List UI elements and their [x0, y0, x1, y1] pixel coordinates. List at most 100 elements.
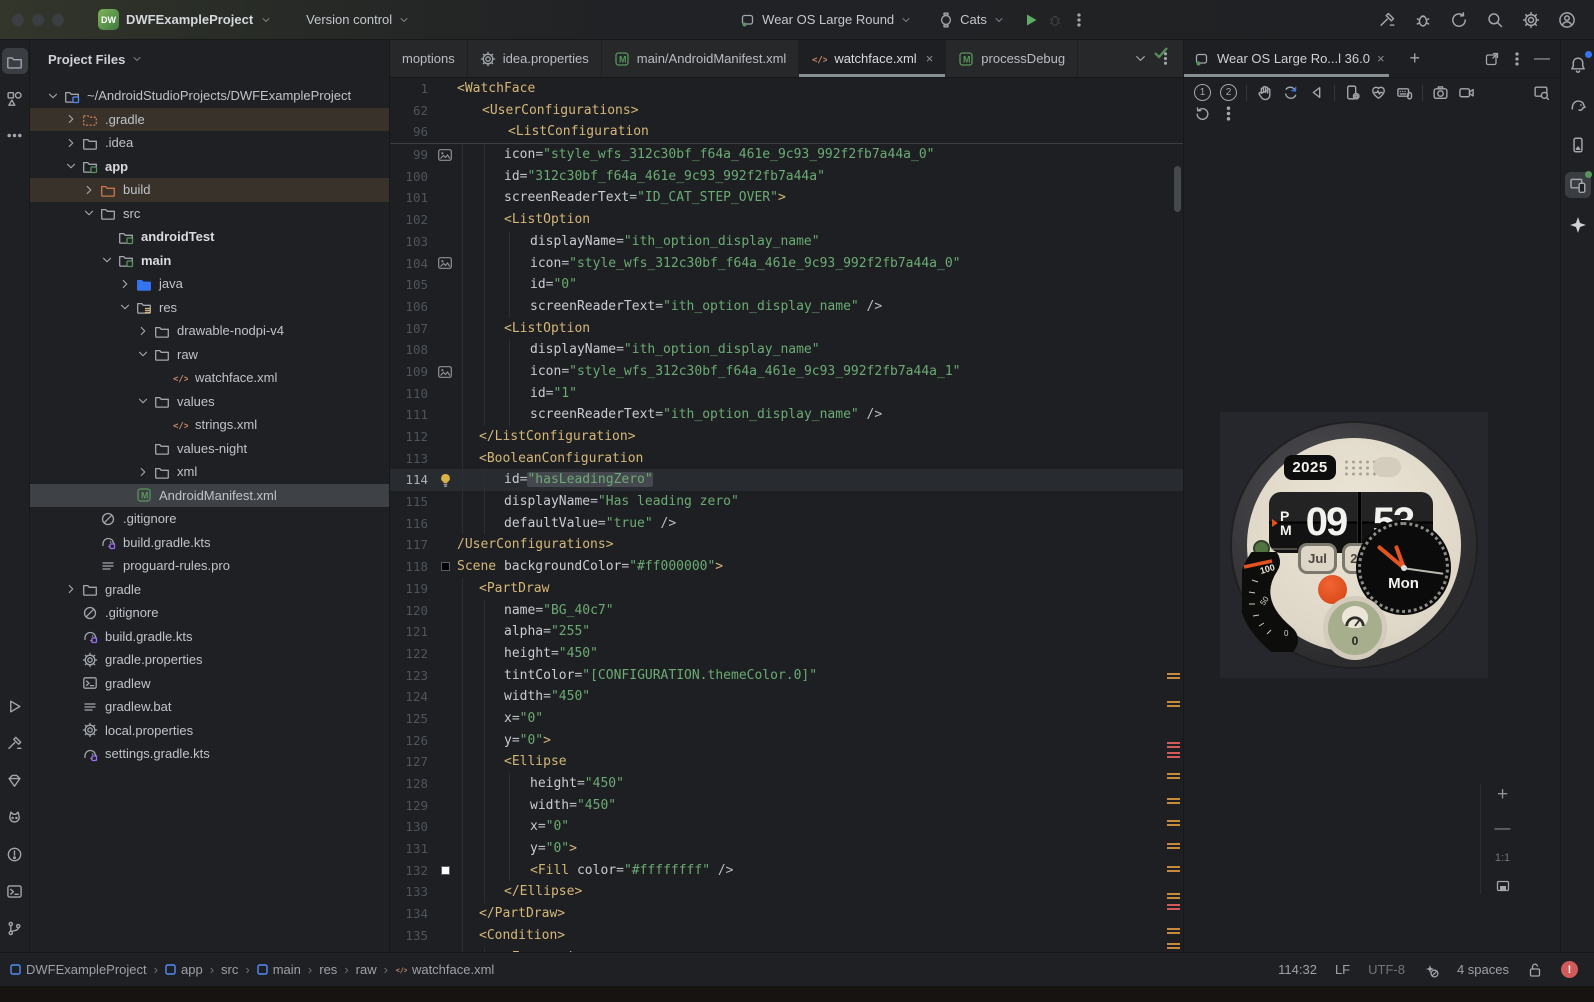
two-button[interactable]: 2 — [1220, 84, 1237, 101]
zoom-window-button[interactable] — [52, 13, 64, 26]
tool-resource-shapes-icon[interactable] — [2, 85, 28, 111]
code-line-1[interactable]: 1 <WatchFace — [390, 78, 1183, 100]
search-button[interactable] — [1482, 7, 1508, 33]
tree-item-build-gradle-kts[interactable]: build.gradle.kts — [30, 531, 389, 555]
tool-logcat-cat-icon[interactable] — [2, 804, 28, 830]
code-line-132[interactable]: 132 <Fill color="#ffffffff" /> — [390, 859, 1183, 882]
tree-item-java[interactable]: java — [30, 272, 389, 296]
gradle-sync-button[interactable] — [1446, 7, 1472, 33]
chevron-right-icon[interactable] — [134, 465, 152, 479]
project-selector[interactable]: DW DWFExampleProject — [98, 9, 272, 30]
chevron-down-icon[interactable] — [134, 394, 152, 408]
code-line-100[interactable]: 100 id="312c30bf_f64a_461e_9c93_992f2fb7a… — [390, 165, 1183, 188]
editor-tab-main-androidmanifest-xml[interactable]: Mmain/AndroidManifest.xml — [602, 40, 800, 77]
chevron-right-icon[interactable] — [62, 112, 80, 126]
tool-run-play-icon[interactable] — [2, 693, 28, 719]
screenshot-search-button[interactable] — [1533, 84, 1550, 101]
chevron-right-icon[interactable] — [134, 324, 152, 338]
tree-item-gradle-properties[interactable]: gradle.properties — [30, 648, 389, 672]
caret-position[interactable]: 114:32 — [1278, 962, 1317, 977]
code-line-105[interactable]: 105 id="0" — [390, 274, 1183, 296]
close-window-button[interactable] — [12, 13, 24, 26]
code-line-135[interactable]: 135 <Condition> — [390, 924, 1183, 947]
code-line-62[interactable]: 62 <UserConfigurations> — [390, 100, 1183, 122]
code-line-124[interactable]: 124 width="450" — [390, 686, 1183, 708]
stripe-mark[interactable] — [1167, 798, 1180, 801]
tree-item-main[interactable]: main — [30, 249, 389, 273]
tree-item-androidmanifest-xml[interactable]: M AndroidManifest.xml — [30, 483, 389, 507]
chevron-right-icon[interactable] — [116, 277, 134, 291]
stripe-mark[interactable] — [1167, 843, 1180, 846]
vcs-widget[interactable]: Version control — [306, 12, 410, 27]
tree-item-app[interactable]: app — [30, 155, 389, 179]
inspections-ok-icon[interactable] — [1153, 46, 1169, 60]
tool-notifications-bell-icon[interactable] — [1565, 51, 1592, 78]
ai-assistant-off-icon[interactable] — [1423, 962, 1439, 978]
code-line-101[interactable]: 101 screenReaderText="ID_CAT_STEP_OVER"> — [390, 187, 1183, 210]
build-hammer-button[interactable] — [1374, 7, 1400, 33]
line-separator[interactable]: LF — [1335, 962, 1350, 977]
code-line-134[interactable]: 134 </PartDraw> — [390, 903, 1183, 925]
more-actions-button[interactable] — [1071, 12, 1087, 28]
emulator-screen[interactable]: 2025 PM 09 53 Jul — [1220, 412, 1488, 678]
stripe-mark[interactable] — [1167, 673, 1180, 676]
close-tab-icon[interactable]: × — [926, 51, 934, 66]
lock-open-icon[interactable] — [1527, 962, 1543, 978]
editor-scrollbar[interactable] — [1174, 166, 1181, 213]
chevron-right-icon[interactable] — [80, 183, 98, 197]
code-line-120[interactable]: 120 name="BG_40c7" — [390, 599, 1183, 622]
tree-item-build-gradle-kts[interactable]: build.gradle.kts — [30, 625, 389, 649]
device-tab[interactable]: Wear OS Large Ro...l 36.0 × — [1184, 40, 1389, 77]
tool-gemini-sparkle-icon[interactable] — [1565, 212, 1591, 238]
tree-item-proguard-rules-pro[interactable]: proguard-rules.pro — [30, 554, 389, 578]
breadcrumb-res[interactable]: res — [319, 962, 337, 977]
run-config-selector[interactable]: Cats — [938, 12, 1005, 28]
tool-git-branch-icon[interactable] — [2, 915, 28, 941]
code-line-112[interactable]: 112 </ListConfiguration> — [390, 426, 1183, 448]
code-line-106[interactable]: 106 screenReaderText="ith_option_display_… — [390, 295, 1183, 318]
code-line-113[interactable]: 113 <BooleanConfiguration — [390, 447, 1183, 470]
tree-item-xml[interactable]: xml — [30, 460, 389, 484]
debug-button[interactable] — [1047, 12, 1063, 28]
breadcrumb-app[interactable]: app — [165, 962, 203, 977]
code-line-127[interactable]: 127 <Ellipse — [390, 751, 1183, 773]
tree-item--gitignore[interactable]: .gitignore — [30, 601, 389, 625]
device-display-area[interactable]: 2025 PM 09 53 Jul — [1184, 134, 1560, 952]
panel-options-icon[interactable] — [1509, 51, 1525, 67]
code-line-99[interactable]: 99 icon="style_wfs_312c30bf_f64a_461e_9c9… — [390, 144, 1183, 166]
tab-list-chevron-icon[interactable] — [1133, 51, 1148, 66]
editor-tab-processdebug[interactable]: MprocessDebug — [946, 40, 1079, 77]
code-line-128[interactable]: 128 height="450" — [390, 773, 1183, 795]
zoom-in-button[interactable]: + — [1497, 784, 1508, 806]
fit-screen-button[interactable] — [1495, 878, 1511, 894]
stripe-mark[interactable] — [1167, 742, 1180, 745]
tool-app-quality-gem-icon[interactable] — [2, 767, 28, 793]
tool-gradle-elephant-icon[interactable] — [1565, 92, 1591, 118]
breadcrumb-main[interactable]: main — [257, 962, 301, 977]
stripe-mark[interactable] — [1167, 943, 1180, 946]
tree-item--gitignore[interactable]: .gitignore — [30, 507, 389, 531]
code-line-129[interactable]: 129 width="450" — [390, 794, 1183, 817]
reset-button[interactable] — [1194, 105, 1211, 122]
tool-project-folder-tool-icon[interactable] — [1, 48, 28, 74]
tool-running-devices-icon[interactable] — [1564, 171, 1592, 198]
tree-item-res[interactable]: res — [30, 296, 389, 320]
editor-tab-idea-properties[interactable]: idea.properties — [468, 40, 602, 77]
stripe-mark[interactable] — [1167, 701, 1180, 704]
chevron-right-icon[interactable] — [62, 582, 80, 596]
code-line-103[interactable]: 103 displayName="ith_option_display_name" — [390, 230, 1183, 253]
camera-button[interactable] — [1432, 84, 1449, 101]
chevron-down-icon[interactable] — [134, 347, 152, 361]
tree-item-build[interactable]: build — [30, 178, 389, 202]
stripe-mark[interactable] — [1167, 904, 1180, 907]
tree-item-gradlew[interactable]: gradlew — [30, 672, 389, 696]
window-controls[interactable] — [12, 13, 64, 26]
code-line-102[interactable]: 102 <ListOption — [390, 209, 1183, 231]
run-button[interactable] — [1023, 12, 1039, 28]
breadcrumb-dwfexampleproject[interactable]: DWFExampleProject — [10, 962, 147, 977]
code-line-104[interactable]: 104 icon="style_wfs_312c30bf_f64a_461e_9c… — [390, 252, 1183, 275]
close-device-tab-icon[interactable]: × — [1377, 51, 1385, 66]
rotate-button[interactable] — [1282, 84, 1299, 101]
indent-setting[interactable]: 4 spaces — [1457, 962, 1509, 977]
tree-item--idea[interactable]: .idea — [30, 131, 389, 155]
